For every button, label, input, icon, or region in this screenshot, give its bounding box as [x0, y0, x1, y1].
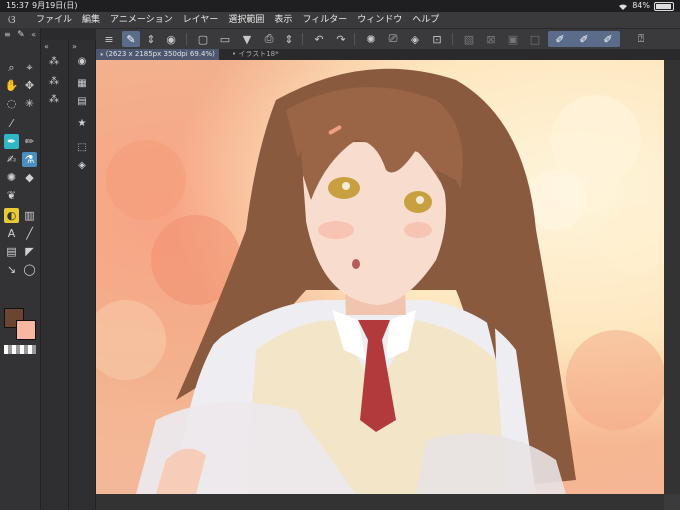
status-time: 15:37	[6, 1, 30, 10]
ios-status-bar: 15:37 9月19日(日) 84%	[0, 0, 680, 12]
pencil-icon[interactable]: ✏	[22, 134, 37, 149]
sub-color-swatch[interactable]	[16, 320, 36, 340]
eyedropper-icon[interactable]: ⁄	[4, 116, 19, 131]
open-folder-icon[interactable]: ▭	[216, 31, 234, 47]
subtool-icon-3[interactable]: ⁂	[47, 92, 61, 106]
menu-layer[interactable]: レイヤー	[183, 12, 219, 28]
menu-items: ファイル 編集 アニメーション レイヤー 選択範囲 表示 フィルター ウィンドウ…	[36, 12, 439, 28]
menu-edit[interactable]: 編集	[82, 12, 100, 28]
menu-help[interactable]: ヘルプ	[412, 12, 439, 28]
hand-icon[interactable]: ✋	[4, 78, 19, 93]
airbrush-icon[interactable]: ✺	[4, 170, 19, 185]
blend-icon[interactable]: ⚗	[22, 152, 37, 167]
edit-mode-icon[interactable]: ✎	[122, 31, 140, 47]
transparent-color-swatch[interactable]	[4, 345, 36, 354]
status-right: 84%	[618, 0, 674, 12]
eraser-icon[interactable]: ◆	[22, 170, 37, 185]
reference-icon[interactable]: ◉	[162, 31, 180, 47]
battery-icon	[654, 1, 674, 11]
line-icon[interactable]: ╱	[22, 226, 37, 241]
panel-dock: » ◉ ▦ ▤ ★ ⬚ ◈	[69, 40, 96, 510]
fill-icon[interactable]: ◈	[406, 31, 424, 47]
balloon-icon[interactable]: ◤	[22, 244, 37, 259]
magic-wand-icon[interactable]: ✳	[22, 96, 37, 111]
redo-icon[interactable]: ↷	[332, 31, 350, 47]
canvas-area	[96, 60, 680, 510]
operation-icon[interactable]: ⌖	[22, 60, 37, 75]
lasso-icon[interactable]: ◌	[4, 96, 19, 111]
menu-filter[interactable]: フィルター	[302, 12, 347, 28]
tab-current-document[interactable]: ⁎ (2623 x 2185px 350dpi 69.4%)	[96, 49, 219, 60]
status-date: 9月19日(日)	[32, 1, 78, 10]
navigator-icon[interactable]: ◉	[75, 54, 89, 68]
color-panel-icon[interactable]: ▦	[75, 76, 89, 90]
brush-stabilizer-group[interactable]: ✐ ✐ ✐	[548, 31, 620, 47]
history-icon[interactable]: ▤	[75, 94, 89, 108]
collapse-icon[interactable]: «	[31, 30, 36, 40]
horizontal-scrollbar[interactable]	[96, 494, 664, 510]
collapse-left-icon[interactable]: «	[44, 42, 49, 51]
pen-status-icon[interactable]: ✎	[16, 30, 26, 40]
invert-selection-icon[interactable]: ▣	[504, 31, 522, 47]
material-icon[interactable]: ★	[75, 116, 89, 130]
chevron-updown-icon[interactable]: ⇕	[142, 31, 160, 47]
text-icon[interactable]: A	[4, 226, 19, 241]
subtool-palette: « ⁂ ⁂ ⁂	[41, 40, 69, 510]
subtool-icon-1[interactable]: ⁂	[47, 54, 61, 68]
brush-icon[interactable]: ✍	[4, 152, 19, 167]
clear-icon[interactable]: ⎚	[384, 31, 402, 47]
gradient-icon[interactable]: ▥	[22, 208, 37, 223]
correction-icon[interactable]: ↘	[4, 262, 19, 277]
frame-icon[interactable]: ▤	[4, 244, 19, 259]
tool-palette: ≡ ✎ « ⌕ ⌖ ✋ ✥ ◌ ✳ ⁄ ✒ ✏ ✍ ⚗ ✺ ◆ ❦ ◐ ▥ A ╱ …	[0, 28, 41, 510]
transform-icon[interactable]: ⊡	[428, 31, 446, 47]
brush-icon-1[interactable]: ✐	[555, 33, 564, 46]
battery-percent: 84%	[632, 1, 650, 10]
chevron-updown-icon-2[interactable]: ⇕	[280, 31, 298, 47]
menu-window[interactable]: ウィンドウ	[357, 12, 402, 28]
wifi-icon	[619, 4, 628, 10]
stop-icon[interactable]: □	[526, 31, 544, 47]
zoom-icon[interactable]: ⌕	[4, 60, 19, 75]
subtool-icon-2[interactable]: ⁂	[47, 74, 61, 88]
layer-icon[interactable]: ◈	[75, 158, 89, 172]
deselect-icon[interactable]: ▧	[460, 31, 478, 47]
menu-selection[interactable]: 選択範囲	[228, 12, 264, 28]
print-icon[interactable]: ⎙	[260, 31, 278, 47]
menu-view[interactable]: 表示	[274, 12, 292, 28]
shape-icon[interactable]: ◯	[22, 262, 37, 277]
brush-icon-3[interactable]: ✐	[603, 33, 612, 46]
pen-tool-icon[interactable]: ✒	[4, 134, 19, 149]
hamburger-menu-icon[interactable]: ≡	[100, 31, 118, 47]
undo-icon[interactable]: ↶	[310, 31, 328, 47]
decoration-icon[interactable]: ❦	[4, 188, 19, 203]
loading-icon[interactable]: ✺	[362, 31, 380, 47]
layer-property-icon[interactable]: ⬚	[75, 140, 89, 154]
collapse-right-icon[interactable]: »	[72, 42, 77, 51]
menu-bar: ଓ ファイル 編集 アニメーション レイヤー 選択範囲 表示 フィルター ウィン…	[0, 12, 680, 28]
tab-illust18[interactable]: • イラスト18*	[228, 49, 283, 60]
menu-animation[interactable]: アニメーション	[110, 12, 173, 28]
tool-menu-icon[interactable]: ≡	[4, 30, 11, 40]
vertical-scrollbar[interactable]	[664, 60, 680, 494]
app-logo-icon[interactable]: ଓ	[8, 14, 22, 26]
command-bar: ≡ ✎ ⇕ ◉ ▢ ▭ ▼ ⎙ ⇕ ↶ ↷ ✺ ⎚ ◈ ⊡ ▧ ⊠ ▣ □ ✐ ✐…	[96, 28, 680, 49]
illustration	[96, 68, 664, 494]
move-icon[interactable]: ✥	[22, 78, 37, 93]
save-icon[interactable]: ▼	[238, 31, 256, 47]
menu-file[interactable]: ファイル	[36, 12, 72, 28]
document-tabs: ⁎ (2623 x 2185px 350dpi 69.4%) • イラスト18*	[96, 49, 680, 60]
illustration-canvas[interactable]	[96, 60, 664, 494]
brush-icon-2[interactable]: ✐	[579, 33, 588, 46]
new-file-icon[interactable]: ▢	[194, 31, 212, 47]
fill-tool-icon[interactable]: ◐	[4, 208, 19, 223]
crop-icon[interactable]: ⊠	[482, 31, 500, 47]
help-icon[interactable]: ⍰	[632, 31, 650, 47]
